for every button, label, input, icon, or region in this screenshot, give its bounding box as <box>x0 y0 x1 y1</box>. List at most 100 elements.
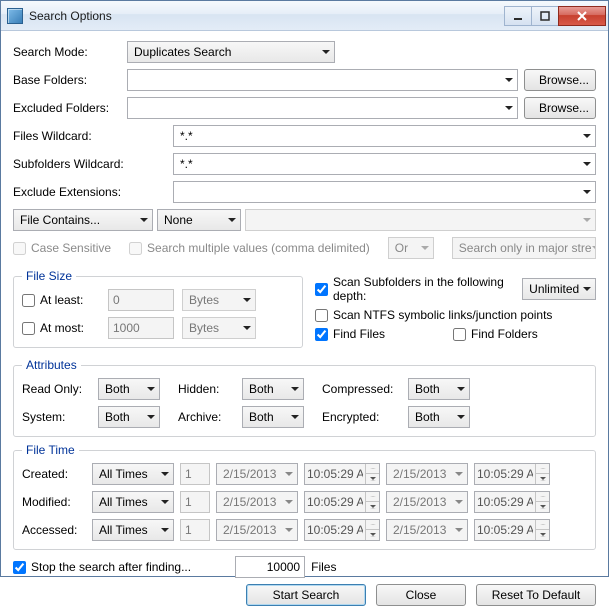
excluded-folders-label: Excluded Folders: <box>13 101 121 115</box>
created-date-from[interactable]: 2/15/2013 <box>216 463 298 485</box>
modified-date-to[interactable]: 2/15/2013 <box>386 491 468 513</box>
modified-count[interactable]: 1 <box>180 491 210 513</box>
chevron-down-icon <box>322 50 330 54</box>
search-mode-label: Search Mode: <box>13 45 121 59</box>
minimize-button[interactable] <box>504 6 532 26</box>
base-folders-input[interactable] <box>127 69 518 91</box>
subfolders-wildcard-input[interactable]: *.* <box>173 153 596 175</box>
file-time-legend: File Time <box>22 443 79 457</box>
chevron-down-icon <box>421 246 429 250</box>
modified-time-to[interactable] <box>474 491 550 513</box>
modified-range-select[interactable]: All Times <box>92 491 174 513</box>
created-date-to[interactable]: 2/15/2013 <box>386 463 468 485</box>
close-dialog-button[interactable]: Close <box>376 584 466 606</box>
browse-base-button[interactable]: Browse... <box>524 69 596 91</box>
browse-excluded-button[interactable]: Browse... <box>524 97 596 119</box>
find-files-checkbox[interactable]: Find Files <box>315 327 445 341</box>
search-mode-select[interactable]: Duplicates Search <box>127 41 335 63</box>
at-least-value[interactable]: 0 <box>108 289 174 311</box>
chevron-down-icon <box>228 218 236 222</box>
start-search-button[interactable]: Start Search <box>246 584 366 606</box>
archive-select[interactable]: Both <box>242 406 304 428</box>
find-folders-checkbox[interactable]: Find Folders <box>453 327 538 341</box>
at-most-value[interactable]: 1000 <box>108 317 174 339</box>
compressed-label: Compressed: <box>322 382 402 396</box>
at-most-checkbox[interactable]: At most: <box>22 321 100 335</box>
chevron-down-icon <box>161 472 169 476</box>
content-value-input[interactable] <box>245 209 596 231</box>
at-least-unit[interactable]: Bytes <box>182 289 256 311</box>
chevron-down-icon <box>583 134 591 138</box>
created-time-to[interactable] <box>474 463 550 485</box>
chevron-down-icon <box>161 500 169 504</box>
chevron-down-icon <box>455 472 463 476</box>
chevron-down-icon <box>457 387 465 391</box>
chevron-down-icon <box>285 528 293 532</box>
app-icon <box>7 8 23 24</box>
modified-label: Modified: <box>22 495 86 509</box>
attributes-group: Attributes Read Only: Both Hidden: Both … <box>13 358 596 437</box>
chevron-down-icon <box>457 415 465 419</box>
chevron-down-icon <box>455 528 463 532</box>
maximize-button[interactable] <box>531 6 559 26</box>
read-only-select[interactable]: Both <box>98 378 160 400</box>
chevron-down-icon <box>291 387 299 391</box>
chevron-down-icon <box>505 78 513 82</box>
created-count[interactable]: 1 <box>180 463 210 485</box>
or-and-select: Or <box>388 237 434 259</box>
exclude-ext-label: Exclude Extensions: <box>13 185 167 199</box>
modified-time-from[interactable] <box>304 491 380 513</box>
file-size-legend: File Size <box>22 269 76 283</box>
attributes-legend: Attributes <box>22 358 81 372</box>
stop-after-checkbox[interactable]: Stop the search after finding... <box>13 560 191 574</box>
chevron-down-icon <box>147 387 155 391</box>
chevron-down-icon <box>140 218 148 222</box>
accessed-range-select[interactable]: All Times <box>92 519 174 541</box>
chevron-down-icon <box>243 298 251 302</box>
case-sensitive-checkbox: Case Sensitive <box>13 241 111 255</box>
chevron-down-icon <box>243 326 251 330</box>
accessed-date-to[interactable]: 2/15/2013 <box>386 519 468 541</box>
chevron-down-icon <box>285 500 293 504</box>
titlebar[interactable]: Search Options <box>1 1 608 31</box>
scan-ntfs-checkbox[interactable]: Scan NTFS symbolic links/junction points <box>315 308 552 322</box>
modified-date-from[interactable]: 2/15/2013 <box>216 491 298 513</box>
created-label: Created: <box>22 467 86 481</box>
hidden-select[interactable]: Both <box>242 378 304 400</box>
hidden-label: Hidden: <box>178 382 236 396</box>
chevron-down-icon <box>592 246 596 250</box>
accessed-date-from[interactable]: 2/15/2013 <box>216 519 298 541</box>
at-least-checkbox[interactable]: At least: <box>22 293 100 307</box>
file-contains-select[interactable]: File Contains... <box>13 209 153 231</box>
accessed-time-to[interactable] <box>474 519 550 541</box>
reset-default-button[interactable]: Reset To Default <box>476 584 596 606</box>
chevron-down-icon <box>583 287 591 291</box>
depth-select[interactable]: Unlimited <box>522 278 596 300</box>
encrypted-select[interactable]: Both <box>408 406 470 428</box>
content-match-select[interactable]: None <box>157 209 241 231</box>
created-time-from[interactable] <box>304 463 380 485</box>
files-wildcard-label: Files Wildcard: <box>13 129 167 143</box>
stop-count-input[interactable] <box>235 556 305 578</box>
exclude-ext-input[interactable] <box>173 181 596 203</box>
system-select[interactable]: Both <box>98 406 160 428</box>
chevron-down-icon <box>285 472 293 476</box>
close-button[interactable] <box>558 6 606 26</box>
scan-subfolders-checkbox[interactable]: Scan Subfolders in the following depth: <box>315 275 514 303</box>
read-only-label: Read Only: <box>22 382 92 396</box>
accessed-count[interactable]: 1 <box>180 519 210 541</box>
chevron-down-icon <box>505 106 513 110</box>
archive-label: Archive: <box>178 410 236 424</box>
files-wildcard-input[interactable]: *.* <box>173 125 596 147</box>
chevron-down-icon <box>455 500 463 504</box>
chevron-down-icon <box>161 528 169 532</box>
excluded-folders-input[interactable] <box>127 97 518 119</box>
chevron-down-icon <box>583 218 591 222</box>
accessed-time-from[interactable] <box>304 519 380 541</box>
created-range-select[interactable]: All Times <box>92 463 174 485</box>
system-label: System: <box>22 410 92 424</box>
multi-values-checkbox: Search multiple values (comma delimited) <box>129 241 370 255</box>
at-most-unit[interactable]: Bytes <box>182 317 256 339</box>
file-size-group: File Size At least: 0 Bytes At most: 100… <box>13 269 303 348</box>
compressed-select[interactable]: Both <box>408 378 470 400</box>
